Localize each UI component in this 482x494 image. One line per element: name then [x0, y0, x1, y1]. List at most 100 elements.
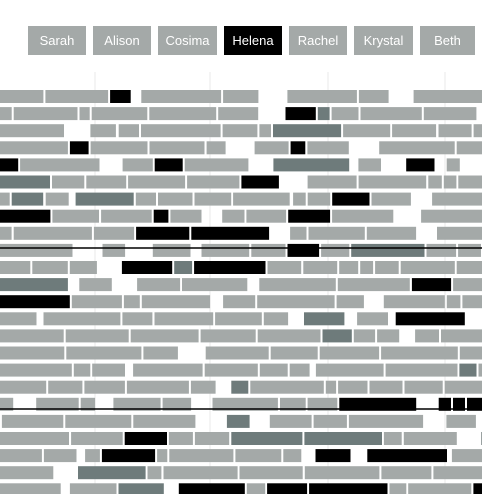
scene-bar [437, 226, 482, 240]
scene-bar [257, 295, 335, 309]
filter-button-sarah[interactable]: Sarah [28, 26, 86, 55]
scene-bar [332, 209, 394, 223]
scene-bar [118, 124, 139, 138]
scene-bar [90, 141, 148, 155]
filter-button-cosima[interactable]: Cosima [158, 26, 217, 55]
scene-bar [403, 432, 457, 445]
scene-bar [290, 226, 307, 240]
scene-bar [319, 346, 380, 360]
scene-bar [65, 414, 132, 428]
scene-bar-selected [309, 483, 388, 494]
scene-bar [0, 175, 50, 189]
scene-bar [259, 124, 271, 138]
scene-bar-selected [332, 192, 370, 206]
scene-bar [20, 158, 100, 172]
scene-bar [400, 261, 455, 274]
scene-bar-selected [267, 483, 308, 494]
scene-bar [257, 329, 321, 343]
scene-bar [443, 175, 457, 189]
scene-bar [383, 432, 402, 445]
filter-button-helena[interactable]: Helena [224, 26, 282, 55]
scene-bar [239, 466, 303, 480]
scene-bar [79, 107, 90, 121]
scene-bar [102, 243, 126, 257]
scene-bar [157, 449, 168, 463]
scene-bar-selected [194, 261, 266, 274]
scene-bar [392, 124, 437, 138]
scene-bar-selected [288, 209, 331, 223]
scene-bar-selected [69, 141, 89, 155]
scene-bar [433, 466, 482, 480]
filter-button-alison[interactable]: Alison [93, 26, 151, 55]
scene-bar [270, 346, 318, 360]
scene-bar-selected [101, 449, 156, 463]
scene-bar [141, 295, 211, 309]
scene-bar [222, 209, 245, 223]
scene-bar [0, 466, 54, 480]
scene-bar-selected [287, 243, 320, 257]
scene-bar [446, 158, 460, 172]
scene-bar [223, 295, 256, 309]
scene-bar-selected [406, 158, 435, 172]
scene-bar [187, 175, 240, 189]
scene-bar [473, 124, 482, 138]
scene-bar [287, 90, 357, 103]
scene-bar [263, 312, 289, 326]
scene-bar [315, 363, 384, 377]
scene-bar [293, 192, 306, 206]
scene-bar [369, 380, 403, 394]
scene-bar [135, 192, 156, 206]
scene-bar [194, 192, 232, 206]
scene-bar [321, 243, 350, 257]
scene-bar [133, 414, 196, 428]
filter-button-beth[interactable]: Beth [420, 26, 475, 55]
scene-bar [73, 363, 91, 377]
scene-bar [462, 295, 482, 309]
scene-bar [303, 261, 338, 274]
scene-bar [0, 449, 42, 463]
scene-bar [444, 380, 482, 394]
scene-bar [147, 466, 162, 480]
scene-bar [69, 261, 97, 274]
scene-bar [11, 192, 44, 206]
scene-bar-selected [0, 158, 19, 172]
scene-bar [235, 449, 282, 463]
scene-bar [458, 243, 481, 257]
scene-bar [231, 380, 249, 394]
scene-bar [0, 90, 44, 103]
scene-bar-selected [473, 483, 482, 494]
scene-bar [122, 312, 153, 326]
scene-bar [381, 346, 458, 360]
scene-timeline-chart [0, 72, 482, 494]
scene-bar [141, 124, 221, 138]
scene-bar [152, 243, 191, 257]
filter-button-rachel[interactable]: Rachel [289, 26, 347, 55]
scene-bar [438, 124, 472, 138]
scene-bar [0, 192, 10, 206]
scene-bar [149, 107, 217, 121]
scene-bar [269, 414, 312, 428]
scene-bar [32, 261, 68, 274]
scene-bar-selected [285, 107, 316, 121]
scene-bar [122, 158, 153, 172]
scene-bar [325, 380, 337, 394]
scene-bar [66, 346, 142, 360]
scene-bar [304, 432, 382, 445]
scene-bar-selected [411, 278, 452, 292]
scene-bar [130, 329, 199, 343]
scene-bar [304, 312, 345, 326]
scene-bar [141, 90, 222, 103]
scene-bar [201, 243, 250, 257]
scene-bar [0, 329, 64, 343]
scene-bar [343, 124, 391, 138]
filter-button-krystal[interactable]: Krystal [354, 26, 413, 55]
scene-bar [86, 175, 127, 189]
scene-bar [75, 192, 134, 206]
scene-bar [133, 363, 203, 377]
scene-bar [118, 483, 164, 494]
scene-bar [307, 192, 331, 206]
scene-bar [71, 295, 122, 309]
scene-bar [421, 209, 482, 223]
scene-bar [322, 329, 352, 343]
scene-bar [360, 261, 374, 274]
